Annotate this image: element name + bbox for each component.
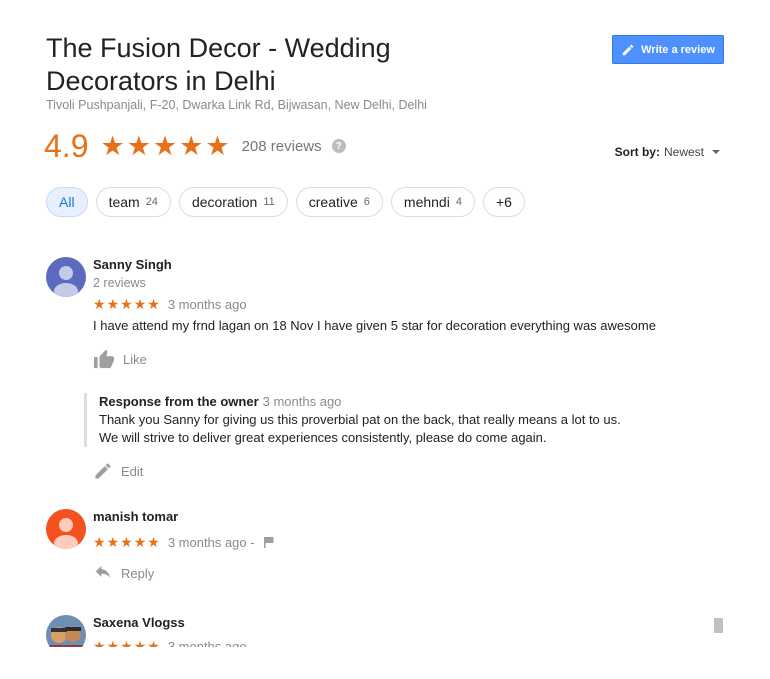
chip-label: All	[59, 194, 75, 210]
review-time: 3 months ago	[167, 638, 247, 648]
chip-label: team	[108, 194, 140, 210]
star-icon: ★	[205, 131, 230, 161]
owner-response: Response from the owner 3 months ago Than…	[84, 393, 723, 447]
chip-label: decoration	[191, 194, 258, 210]
star-icon: ★	[93, 296, 106, 312]
rating-value: 4.9	[44, 128, 89, 164]
avatar[interactable]	[46, 509, 86, 549]
avatar[interactable]	[46, 615, 86, 647]
owner-response-line: Thank you Sanny for giving us this prove…	[99, 412, 621, 427]
star-icon: ★	[93, 638, 106, 647]
chip-count: 4	[455, 196, 462, 208]
sort-label: Sort by:	[614, 145, 660, 159]
edit-label: Edit	[121, 463, 144, 479]
chip-label: +6	[495, 194, 512, 210]
chip-count: 11	[263, 196, 275, 208]
reply-button[interactable]: Reply	[93, 565, 723, 581]
review-stars: ★ ★ ★ ★ ★	[93, 638, 160, 647]
chip-creative[interactable]: creative 6	[295, 187, 383, 217]
review-time: 3 months ago -	[167, 534, 255, 550]
star-icon: ★	[100, 131, 125, 161]
reviewer-name[interactable]: Saxena Vlogss	[93, 615, 723, 631]
avatar[interactable]	[46, 257, 86, 297]
star-icon: ★	[120, 296, 133, 312]
star-icon: ★	[152, 131, 178, 161]
star-icon: ★	[120, 638, 133, 647]
star-icon: ★	[120, 534, 133, 550]
star-icon: ★	[133, 638, 147, 647]
chip-label: mehndi	[403, 194, 450, 210]
review-item: Saxena Vlogss ★ ★ ★ ★ ★ 3 months ago	[46, 615, 726, 647]
chevron-down-icon	[712, 150, 720, 154]
chip-team[interactable]: team 24	[95, 187, 171, 217]
sort-dropdown[interactable]: Sort by: Newest	[615, 145, 720, 159]
reviewer-name[interactable]: Sanny Singh	[93, 257, 723, 273]
business-title: The Fusion Decor - Wedding Decorators in…	[46, 33, 391, 96]
chip-more[interactable]: +6	[482, 187, 525, 217]
star-icon: ★	[133, 534, 147, 550]
owner-response-heading: Response from the owner	[99, 394, 259, 409]
review-stars: ★ ★ ★ ★ ★	[93, 296, 160, 312]
reviewer-review-count[interactable]: 2 reviews	[93, 275, 723, 291]
star-icon: ★	[179, 131, 204, 161]
reply-icon	[95, 565, 111, 578]
chip-mehndi[interactable]: mehndi 4	[390, 187, 475, 217]
rating-stars: ★ ★ ★ ★ ★	[100, 131, 229, 161]
topic-filter-chips: All team 24 decoration 11 creative 6 mehndi…	[46, 187, 525, 217]
chip-count: 24	[145, 196, 158, 208]
owner-response-line: We will strive to deliver great experien…	[99, 430, 547, 445]
business-address: Tivoli Pushpanjali, F-20, Dwarka Link Rd…	[46, 98, 427, 112]
chip-all[interactable]: All	[46, 187, 88, 217]
star-icon: ★	[126, 131, 151, 161]
star-icon: ★	[106, 638, 120, 647]
write-review-label: Write a review	[641, 43, 715, 56]
owner-response-time: 3 months ago	[262, 394, 342, 409]
star-icon: ★	[106, 296, 120, 312]
star-icon: ★	[106, 534, 120, 550]
like-label: Like	[123, 351, 147, 367]
star-icon: ★	[93, 534, 106, 550]
flag-icon[interactable]	[263, 536, 275, 548]
write-review-button[interactable]: Write a review	[612, 35, 724, 64]
chip-decoration[interactable]: decoration 11	[178, 187, 288, 217]
sort-value: Newest	[663, 145, 704, 159]
help-icon[interactable]: ?	[331, 139, 346, 153]
scrollbar-thumb[interactable]	[714, 618, 723, 633]
reviewer-name[interactable]: manish tomar	[93, 509, 723, 525]
edit-button[interactable]: Edit	[93, 461, 723, 481]
review-time: 3 months ago	[167, 296, 247, 312]
chip-label: creative	[308, 194, 358, 210]
pencil-icon	[622, 44, 634, 55]
chip-count: 6	[363, 196, 370, 208]
like-button[interactable]: Like	[93, 349, 723, 369]
thumbs-up-icon	[94, 349, 114, 369]
review-text: I have attend my frnd lagan on 18 Nov I …	[93, 318, 656, 333]
star-icon: ★	[147, 534, 160, 550]
review-count[interactable]: 208 reviews	[242, 138, 322, 155]
star-icon: ★	[147, 296, 160, 312]
star-icon: ★	[133, 296, 147, 312]
star-icon: ★	[147, 638, 160, 647]
rating-summary: 4.9 ★ ★ ★ ★ ★ 208 reviews ?	[44, 128, 346, 164]
reply-label: Reply	[121, 565, 155, 581]
review-stars: ★ ★ ★ ★ ★	[93, 534, 160, 550]
pencil-icon	[95, 463, 111, 479]
